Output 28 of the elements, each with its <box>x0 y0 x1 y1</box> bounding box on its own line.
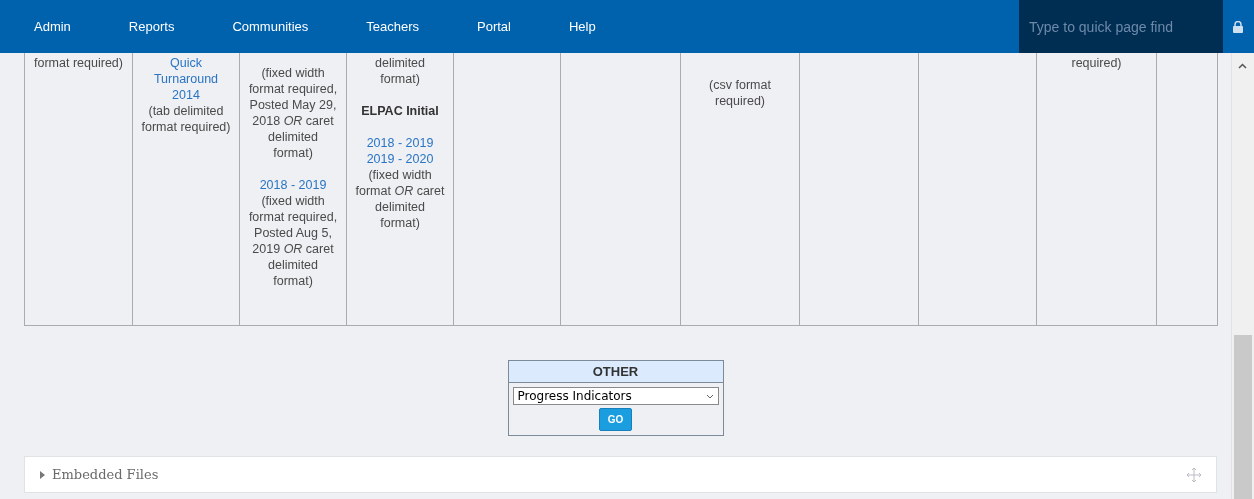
scrollbar-thumb[interactable] <box>1234 335 1252 499</box>
nav-link[interactable]: Admin <box>34 19 71 34</box>
dropdown-chevron-icon[interactable] <box>705 393 714 399</box>
nav-link[interactable]: Reports <box>128 19 175 34</box>
format-note: (fixed width format OR caret delimited format) <box>355 167 445 231</box>
format-note: (fixed width format required, Posted Aug 5, 2019 OR caret delimited format) <box>248 193 338 289</box>
report-select[interactable]: Progress Indicators <box>512 387 719 405</box>
search-field[interactable]: Type to quick page find <box>1019 0 1223 53</box>
format-note: required) <box>1071 55 1122 71</box>
nav-link[interactable]: Communities <box>232 19 309 34</box>
format-note: (fixed width format required, Posted May 29, 2018 OR caret delimited format) <box>248 65 338 161</box>
format-note: (tab delimited format required) <box>141 103 231 135</box>
year-link[interactable]: Quick Turnaround 2014 <box>141 55 231 103</box>
collapsible-panel[interactable]: Embedded Files <box>24 456 1217 493</box>
year-link[interactable]: 2018 - 2019 <box>366 135 434 151</box>
nav-link[interactable]: Teachers <box>366 19 419 34</box>
scroll-up-icon[interactable] <box>1238 63 1247 69</box>
section-heading: ELPAC Initial <box>361 103 439 119</box>
year-link[interactable]: 2018 - 2019 <box>259 177 327 193</box>
year-link[interactable]: 2019 - 2020 <box>366 151 434 167</box>
expand-icon[interactable] <box>39 470 46 479</box>
format-note: format required) <box>34 55 123 71</box>
panel-title: OTHER <box>508 361 723 383</box>
format-note: delimited format) <box>374 55 426 87</box>
lock-icon[interactable] <box>1233 20 1243 33</box>
nav-link[interactable]: Help <box>568 19 596 34</box>
nav-link[interactable]: Portal <box>477 19 511 34</box>
format-note: (csv format required) <box>708 77 772 109</box>
